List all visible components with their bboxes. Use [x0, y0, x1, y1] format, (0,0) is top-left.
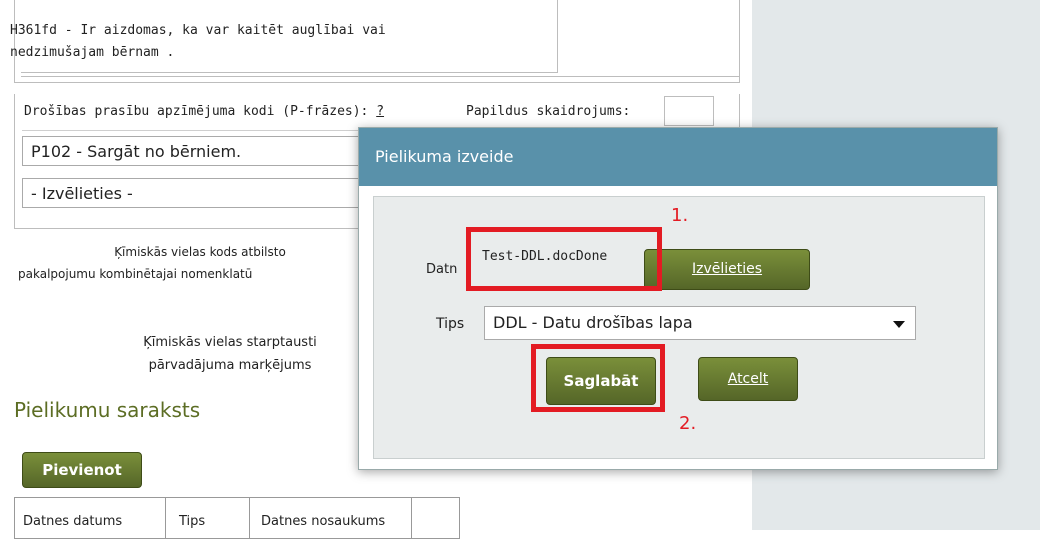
type-select-value: DDL - Datu drošības lapa [493, 313, 693, 332]
attachments-title: Pielikumu saraksts [14, 398, 201, 422]
attachment-dialog: Pielikuma izveide [358, 127, 998, 470]
hazard-statement-text: H361fd - Ir aizdomas, ka var kaitēt augl… [10, 20, 430, 64]
highlight-box-file [466, 227, 662, 291]
attachments-table-header: Datnes datums Tips Datnes nosaukums [14, 497, 460, 539]
column-header[interactable]: Datnes nosaukums [261, 514, 385, 529]
extra-explanation-cell [664, 96, 714, 126]
note-line: pārvadājuma marķējums [148, 358, 312, 373]
step-number-1: 1. [671, 205, 689, 226]
divider [165, 498, 166, 538]
help-link[interactable]: ? [376, 104, 384, 119]
add-attachment-button[interactable]: Pievienot [22, 452, 142, 488]
note-line: Ķīmiskās vielas kods atbilsto [114, 245, 286, 259]
dialog-title: Pielikuma izveide [359, 128, 997, 186]
column-header[interactable]: Tips [179, 514, 205, 529]
step-number-2: 2. [679, 413, 697, 434]
chevron-down-icon [893, 321, 905, 328]
hazard-line-2: nedzimušajam bērnam . [10, 45, 175, 60]
column-header[interactable]: Datnes datums [23, 514, 122, 529]
cancel-button[interactable]: Atcelt [698, 357, 798, 401]
choose-file-label: Izvēlieties [691, 261, 763, 277]
hazard-line-1: H361fd - Ir aizdomas, ka var kaitēt augl… [10, 23, 386, 38]
divider [249, 498, 250, 538]
divider [411, 498, 412, 538]
precaution-header-label: Drošības prasību apzīmējuma kodi (P-frāz… [24, 104, 369, 119]
note-line: pakalpojumu kombinētajai nomenklatū [18, 267, 253, 281]
highlight-box-save [531, 344, 665, 412]
file-label: Datn [426, 262, 458, 277]
transport-label-note: Ķīmiskās vielas starptausti pārvadājuma … [80, 331, 380, 377]
extra-explanation-header: Papildus skaidrojums: [466, 104, 631, 119]
cancel-button-label: Atcelt [727, 371, 769, 387]
precaution-header: Drošības prasību apzīmējuma kodi (P-frāz… [24, 104, 384, 119]
note-line: Ķīmiskās vielas starptausti [143, 335, 317, 350]
type-label: Tips [436, 316, 465, 332]
type-select[interactable]: DDL - Datu drošības lapa [484, 306, 916, 340]
divider [21, 76, 739, 77]
chemical-code-note: Ķīmiskās vielas kods atbilsto pakalpojum… [0, 241, 400, 285]
choose-file-button[interactable]: Izvēlieties [644, 249, 810, 290]
